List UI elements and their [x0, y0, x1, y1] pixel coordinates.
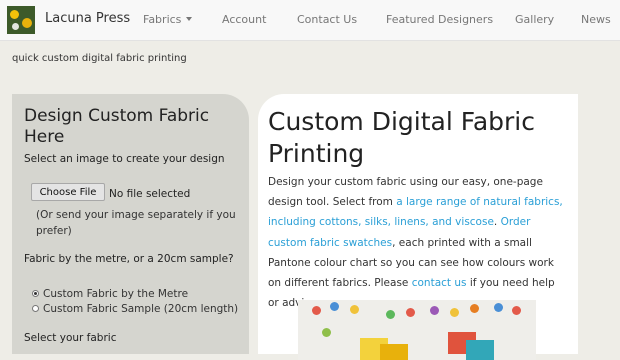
navbar: Lacuna Press Fabrics Account Contact Us …: [0, 0, 620, 41]
nav-item-fabrics[interactable]: Fabrics: [143, 13, 193, 26]
fabric-question-label: Fabric by the metre, or a 20cm sample?: [24, 253, 234, 265]
logo[interactable]: [7, 6, 35, 34]
nav-item-gallery[interactable]: Gallery: [515, 13, 554, 26]
choose-file-button[interactable]: Choose File: [31, 183, 105, 201]
radio-unchecked-icon[interactable]: [32, 305, 39, 312]
main-content: Custom Digital Fabric Printing Design yo…: [258, 94, 578, 360]
file-status: No file selected: [109, 188, 191, 200]
design-panel-title: Design Custom Fabric Here: [24, 106, 210, 147]
brand-name[interactable]: Lacuna Press: [45, 11, 130, 26]
design-panel: Design Custom Fabric Here Select an imag…: [12, 94, 249, 354]
fabric-photo: [298, 300, 536, 360]
intro-text: .: [493, 216, 501, 229]
nav-item-contact-us[interactable]: Contact Us: [297, 13, 357, 26]
intro-paragraph: Design your custom fabric using our easy…: [268, 172, 568, 313]
radio-checked-icon[interactable]: [32, 290, 39, 297]
option-sample[interactable]: Custom Fabric Sample (20cm length): [32, 303, 239, 315]
tagline: quick custom digital fabric printing: [12, 53, 187, 64]
option-sample-label: Custom Fabric Sample (20cm length): [43, 303, 239, 315]
send-image-note: (Or send your image separately if you pr…: [36, 209, 236, 237]
image-select-label: Select an image to create your design: [24, 153, 225, 165]
caret-down-icon: [186, 17, 193, 21]
nav-item-featured-designers[interactable]: Featured Designers: [386, 13, 493, 26]
contact-us-link[interactable]: contact us: [412, 277, 467, 289]
option-by-metre-label: Custom Fabric by the Metre: [43, 288, 189, 300]
option-by-metre[interactable]: Custom Fabric by the Metre: [32, 288, 189, 300]
select-fabric-label: Select your fabric: [24, 332, 117, 344]
page-title: Custom Digital Fabric Printing: [268, 107, 535, 168]
nav-item-news[interactable]: News: [581, 13, 611, 26]
nav-item-fabrics-label: Fabrics: [143, 13, 182, 26]
nav-item-account[interactable]: Account: [222, 13, 266, 26]
